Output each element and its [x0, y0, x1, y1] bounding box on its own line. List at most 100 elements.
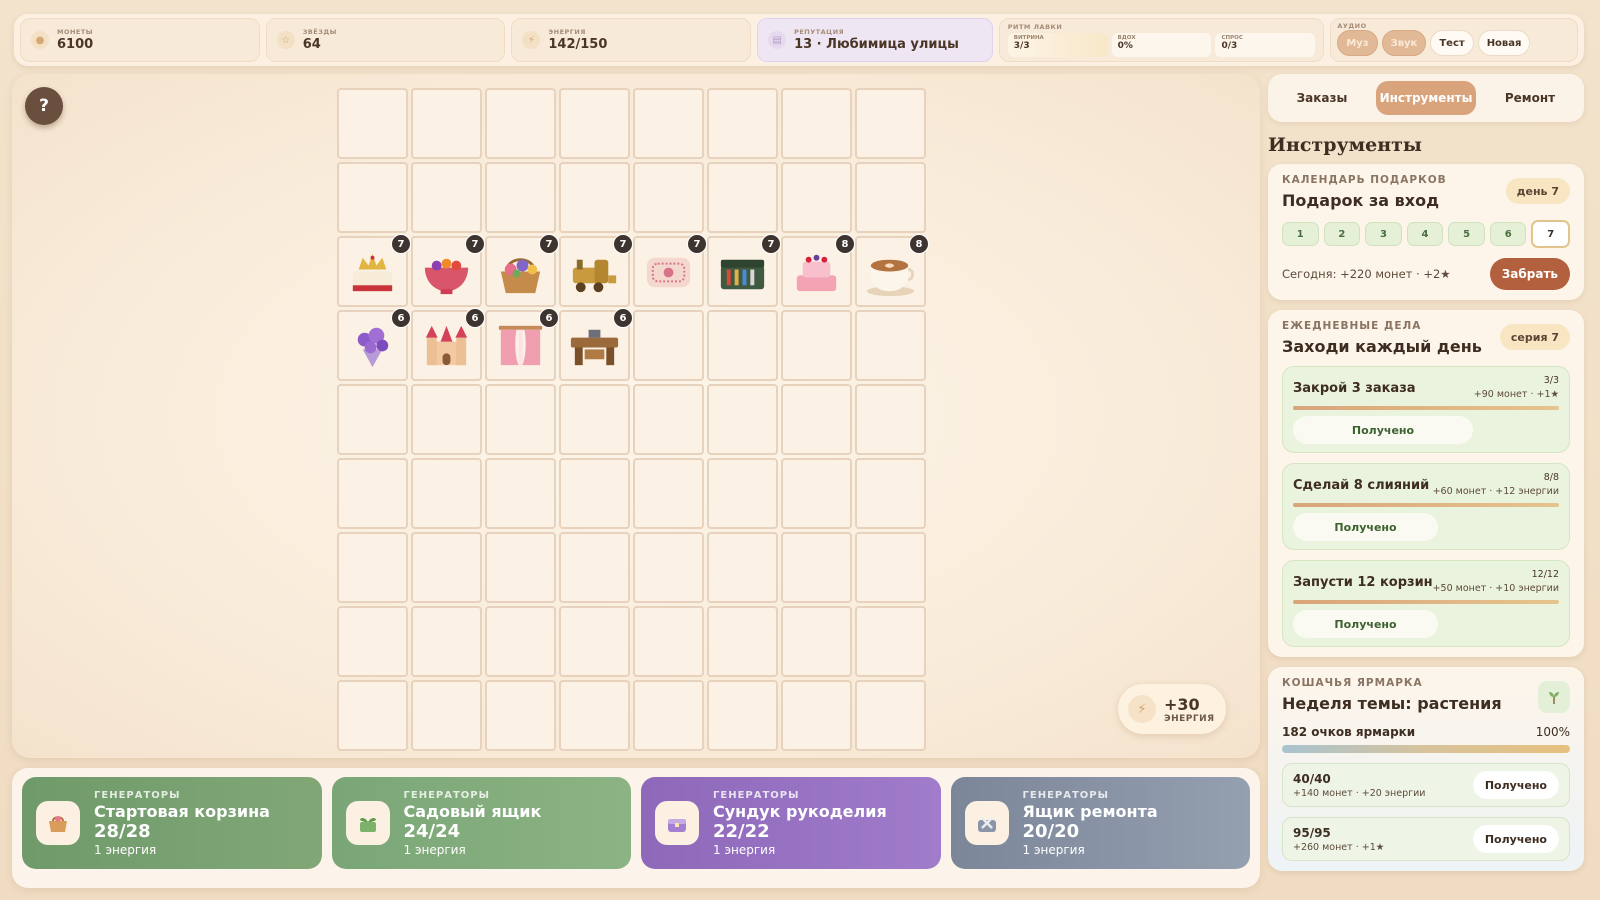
- board-tile[interactable]: [485, 384, 556, 455]
- fair-progress-bar: [1282, 745, 1570, 753]
- board-tile[interactable]: [633, 606, 704, 677]
- board-tile[interactable]: [781, 384, 852, 455]
- board-tile[interactable]: [337, 162, 408, 233]
- music-toggle[interactable]: Муз: [1337, 30, 1378, 56]
- board-tile[interactable]: [485, 680, 556, 751]
- board-tile[interactable]: [707, 606, 778, 677]
- board-tile[interactable]: [855, 384, 926, 455]
- board-tile[interactable]: [485, 532, 556, 603]
- board-tile[interactable]: [707, 532, 778, 603]
- board-tile[interactable]: [559, 162, 630, 233]
- board-tile[interactable]: [411, 680, 482, 751]
- board-tile[interactable]: [337, 532, 408, 603]
- board-tile[interactable]: 6: [559, 308, 633, 381]
- board-tile[interactable]: [855, 88, 926, 159]
- generator-craft-chest[interactable]: ГЕНЕРАТОРЫ Сундук рукоделия 22/22 1 энер…: [641, 777, 941, 869]
- board-tile[interactable]: [559, 606, 630, 677]
- tab-repair[interactable]: Ремонт: [1480, 81, 1580, 115]
- board-tile[interactable]: 8: [781, 234, 855, 307]
- board-tile[interactable]: [559, 458, 630, 529]
- board-tile[interactable]: [633, 532, 704, 603]
- board-tile[interactable]: [855, 532, 926, 603]
- streak-badge: серия 7: [1499, 324, 1570, 350]
- board-tile[interactable]: [411, 458, 482, 529]
- board-tile[interactable]: [781, 606, 852, 677]
- craft-chest-icon: [655, 801, 699, 845]
- energy-bonus-chip[interactable]: ⚡ +30 ЭНЕРГИЯ: [1118, 684, 1226, 734]
- board-tile[interactable]: [559, 680, 630, 751]
- board-tile[interactable]: [707, 88, 778, 159]
- new-track-button[interactable]: Новая: [1477, 30, 1531, 56]
- test-sound-button[interactable]: Тест: [1430, 30, 1474, 56]
- board-tile[interactable]: [559, 88, 630, 159]
- board-tile[interactable]: 6: [337, 308, 411, 381]
- board-tile[interactable]: [411, 606, 482, 677]
- board-tile[interactable]: [485, 606, 556, 677]
- board-tile[interactable]: 6: [485, 308, 559, 381]
- board-tile[interactable]: [411, 384, 482, 455]
- board-tile[interactable]: [855, 680, 926, 751]
- sound-toggle[interactable]: Звук: [1381, 30, 1427, 56]
- board-tile[interactable]: [707, 162, 778, 233]
- claim-button[interactable]: Забрать: [1489, 258, 1570, 290]
- board-tile[interactable]: [337, 606, 408, 677]
- board-tile[interactable]: [633, 310, 704, 381]
- board-tile[interactable]: [337, 680, 408, 751]
- board-tile[interactable]: [633, 458, 704, 529]
- generator-garden-box[interactable]: ГЕНЕРАТОРЫ Садовый ящик 24/24 1 энергия: [331, 777, 631, 869]
- board-tile[interactable]: [781, 680, 852, 751]
- board-tile[interactable]: [485, 88, 556, 159]
- board-tile[interactable]: 6: [411, 308, 485, 381]
- generator-repair-box[interactable]: ГЕНЕРАТОРЫ Ящик ремонта 20/20 1 энергия: [950, 777, 1250, 869]
- board-tile[interactable]: [559, 532, 630, 603]
- board-tile[interactable]: [855, 458, 926, 529]
- task-claimed-button[interactable]: Получено: [1293, 513, 1438, 541]
- board-tile[interactable]: [855, 162, 926, 233]
- tab-orders[interactable]: Заказы: [1272, 81, 1372, 115]
- rhythm-demand: СПРОС 0/3: [1215, 33, 1316, 57]
- board-tile[interactable]: [633, 680, 704, 751]
- board-tile[interactable]: [337, 88, 408, 159]
- board-tile[interactable]: 7: [485, 234, 559, 307]
- milestone-claimed-button[interactable]: Получено: [1472, 771, 1559, 799]
- help-button[interactable]: ?: [25, 87, 63, 125]
- board-tile[interactable]: 7: [411, 234, 485, 307]
- board-tile[interactable]: [707, 458, 778, 529]
- board-tile[interactable]: [781, 162, 852, 233]
- board-tile[interactable]: 7: [707, 234, 781, 307]
- board-tile[interactable]: [485, 458, 556, 529]
- energy-value: 142/150: [548, 37, 608, 52]
- board-tile[interactable]: [781, 532, 852, 603]
- board-tile[interactable]: [337, 458, 408, 529]
- board-tile[interactable]: [781, 310, 852, 381]
- board-tile[interactable]: [411, 162, 482, 233]
- board-tile[interactable]: 7: [337, 234, 411, 307]
- board-tile[interactable]: 7: [633, 234, 707, 307]
- board-tile[interactable]: [633, 162, 704, 233]
- board-tile[interactable]: [337, 384, 408, 455]
- fair-milestone: 40/40 +140 монет · +20 энергии Получено: [1282, 763, 1570, 807]
- board-tile[interactable]: [633, 384, 704, 455]
- garden-box-icon: [345, 801, 390, 845]
- board-tile[interactable]: 8: [855, 234, 929, 307]
- board-tile[interactable]: [411, 88, 482, 159]
- board-tile[interactable]: [707, 680, 778, 751]
- tab-tools[interactable]: Инструменты: [1376, 81, 1476, 115]
- board-tile[interactable]: [707, 310, 778, 381]
- generator-cost: 1 энергия: [713, 842, 776, 857]
- board-tile[interactable]: [559, 384, 630, 455]
- board-tile[interactable]: [485, 162, 556, 233]
- generator-starter-basket[interactable]: ГЕНЕРАТОРЫ Стартовая корзина 28/28 1 эне…: [22, 777, 322, 869]
- board-tile[interactable]: [855, 310, 926, 381]
- board-tile[interactable]: [411, 532, 482, 603]
- board-tile[interactable]: [781, 458, 852, 529]
- task-claimed-button[interactable]: Получено: [1293, 416, 1473, 444]
- daily-task: 12/12 Запусти 12 корзин +50 монет · +10 …: [1282, 560, 1570, 647]
- board-tile[interactable]: [781, 88, 852, 159]
- board-tile[interactable]: 7: [559, 234, 633, 307]
- board-tile[interactable]: [707, 384, 778, 455]
- milestone-claimed-button[interactable]: Получено: [1472, 825, 1559, 853]
- task-claimed-button[interactable]: Получено: [1293, 610, 1438, 638]
- board-tile[interactable]: [633, 88, 704, 159]
- board-tile[interactable]: [855, 606, 926, 677]
